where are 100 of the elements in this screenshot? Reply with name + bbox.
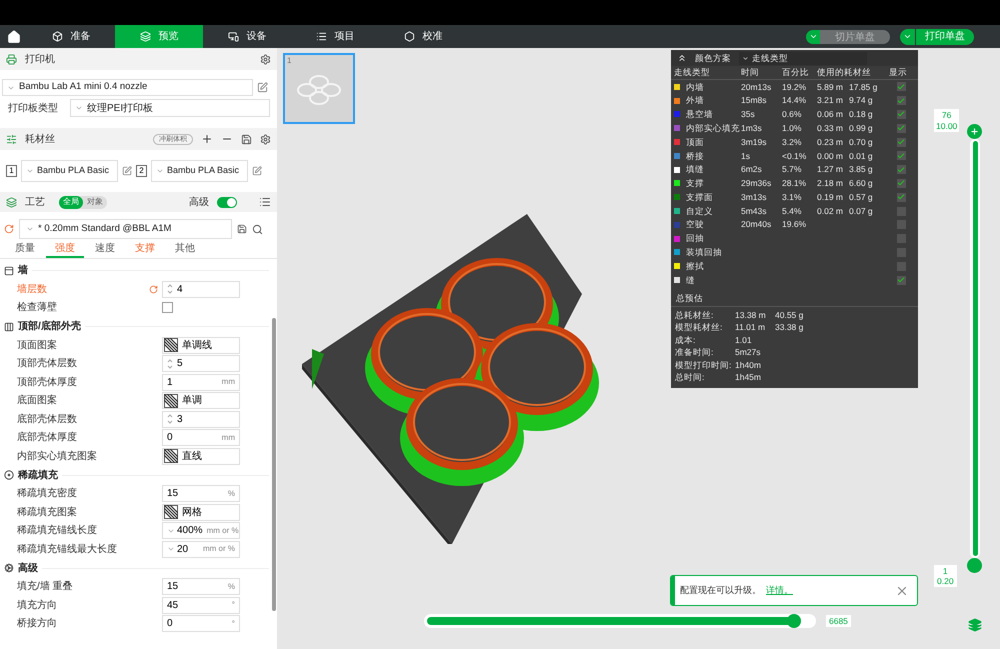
nav-tab[interactable]: 准备: [27, 25, 115, 48]
summary-label: 总耗材丝:: [675, 308, 714, 322]
layer-bottom-handle[interactable]: [967, 558, 982, 573]
settings-tab[interactable]: 其他: [166, 240, 204, 258]
reset-icon[interactable]: [4, 224, 14, 234]
nav-tab[interactable]: 校准: [379, 25, 467, 48]
settings-tab[interactable]: 速度: [86, 240, 124, 258]
scope-option[interactable]: 对象: [83, 196, 107, 208]
visibility-checkbox[interactable]: [896, 248, 906, 257]
layer-top-handle[interactable]: [967, 124, 982, 139]
edit-icon[interactable]: [122, 166, 132, 176]
number-field[interactable]: 0 °: [162, 615, 240, 632]
pattern-dropdown[interactable]: 网格: [162, 504, 240, 521]
spin-field[interactable]: 5: [162, 355, 240, 372]
visibility-checkbox[interactable]: [896, 192, 906, 202]
filament-dropdown[interactable]: Bambu PLA Basic: [151, 160, 248, 182]
percent-cell: 5.4%: [782, 206, 802, 216]
visibility-checkbox[interactable]: [896, 82, 906, 92]
nav-tab[interactable]: 项目: [291, 25, 379, 48]
collapse-icon[interactable]: [677, 53, 687, 63]
pattern-dropdown[interactable]: 直线: [162, 448, 240, 465]
settings-tab[interactable]: 质量: [6, 240, 44, 258]
pattern-icon: [164, 394, 178, 408]
move-slider-handle[interactable]: [786, 614, 801, 628]
visibility-checkbox[interactable]: [896, 138, 906, 147]
layer-slider-track[interactable]: [970, 139, 980, 558]
spin-field[interactable]: 4: [162, 280, 240, 298]
pattern-dropdown[interactable]: 单调线: [162, 336, 240, 354]
printer-icon: [6, 54, 17, 64]
scheme-dropdown[interactable]: 走线类型: [739, 52, 867, 64]
slice-options-button[interactable]: [806, 30, 820, 44]
scrollbar[interactable]: [272, 318, 276, 611]
number-field[interactable]: 15 %: [162, 485, 240, 502]
caret-icon: [808, 32, 818, 41]
edit-icon[interactable]: [257, 82, 268, 93]
time-cell: 35s: [741, 109, 755, 120]
length-cell: 0.23 m: [817, 136, 843, 148]
legend-title: 颜色方案: [695, 52, 731, 64]
setting-label: 底面图案: [17, 394, 58, 408]
spin-field[interactable]: 3: [162, 410, 240, 428]
pattern-dropdown[interactable]: 单调: [162, 392, 240, 410]
section-title: 工艺: [25, 196, 46, 210]
percent-cell: 19.2%: [782, 82, 806, 92]
edit-icon[interactable]: [252, 166, 262, 176]
save-icon[interactable]: [237, 224, 247, 234]
setting-label: 顶部壳体厚度: [17, 376, 78, 390]
layer-reading: 76: [942, 110, 952, 120]
visibility-checkbox[interactable]: [896, 206, 906, 216]
visibility-checkbox[interactable]: [896, 178, 906, 188]
weight-cell: 0.99 g: [849, 122, 873, 135]
summary-label: 总时间:: [675, 371, 706, 384]
feature-name: 顶面: [686, 136, 704, 148]
time-cell: 3m19s: [741, 136, 767, 147]
visibility-checkbox[interactable]: [896, 124, 906, 133]
reset-icon[interactable]: [149, 284, 158, 294]
plate-index: 1: [287, 55, 292, 67]
visibility-checkbox[interactable]: [896, 234, 906, 244]
setting-label: 填充/墙 重叠: [17, 580, 74, 594]
advanced-switch[interactable]: [217, 196, 237, 208]
summary-label: 准备时间:: [675, 346, 714, 360]
visibility-checkbox[interactable]: [896, 96, 906, 106]
hexagon-icon: [404, 31, 414, 42]
layers-icon: [140, 31, 150, 42]
check-icon: [897, 276, 905, 284]
visibility-checkbox[interactable]: [896, 262, 906, 271]
settings-icon[interactable]: [260, 54, 271, 64]
move-slider-track[interactable]: [424, 614, 816, 628]
number-field[interactable]: 0 mm: [162, 429, 240, 446]
number-field[interactable]: 45 °: [162, 596, 240, 614]
visibility-checkbox[interactable]: [896, 220, 906, 230]
visibility-checkbox[interactable]: [896, 151, 906, 160]
spin-arrows-icon: [167, 358, 173, 370]
visibility-checkbox[interactable]: [896, 165, 906, 174]
plate-type-dropdown[interactable]: 纹理PEI打印板: [70, 99, 270, 117]
printer-dropdown[interactable]: Bambu Lab A1 mini 0.4 nozzle: [2, 79, 253, 96]
percent-cell: 28.1%: [782, 178, 806, 188]
group-title: 墙: [18, 264, 28, 278]
device-icon: [228, 31, 238, 42]
setting-label: 墙层数: [17, 282, 48, 297]
visibility-checkbox[interactable]: [896, 110, 906, 119]
number-field[interactable]: 15 %: [162, 578, 240, 596]
process-preset-dropdown[interactable]: * 0.20mm Standard @BBL A1M: [19, 219, 232, 239]
caret-icon: [75, 104, 83, 112]
time-cell: 6m2s: [741, 164, 762, 174]
feature-name: 装填回抽: [686, 246, 722, 259]
nav-tab[interactable]: 设备: [203, 25, 291, 48]
weight-cell: 0.57 g: [849, 190, 873, 204]
search-icon[interactable]: [252, 224, 263, 234]
summary-label: 模型打印时间:: [675, 358, 732, 372]
summary-value: 40.55 g: [775, 308, 804, 322]
field-value: Bambu PLA Basic: [167, 164, 240, 178]
add-icon[interactable]: [201, 133, 213, 145]
settings-icon[interactable]: [260, 134, 271, 144]
visibility-checkbox[interactable]: [896, 276, 906, 285]
section-title: 打印机: [25, 52, 56, 66]
checkbox[interactable]: [162, 302, 173, 314]
number-field[interactable]: 1 mm: [162, 374, 240, 391]
print-options-button[interactable]: [900, 28, 916, 44]
filament-dropdown[interactable]: Bambu PLA Basic: [21, 160, 118, 182]
setting-label: 稀疏填充图案: [17, 506, 78, 520]
